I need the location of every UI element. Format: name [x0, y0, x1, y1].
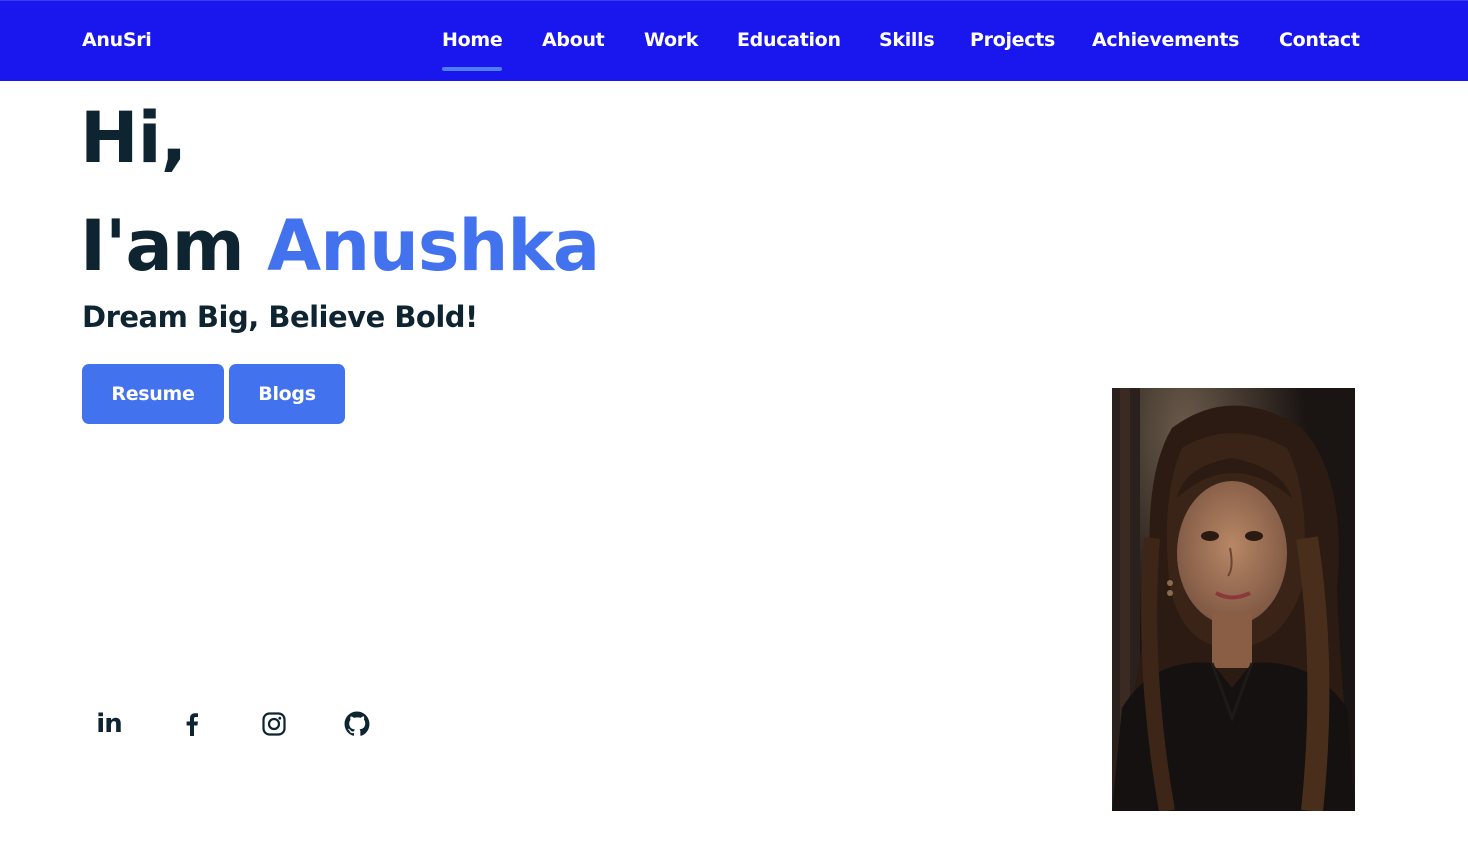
resume-button[interactable]: Resume [82, 364, 224, 424]
instagram-icon[interactable] [256, 706, 292, 742]
nav-skills[interactable]: Skills [879, 29, 935, 51]
github-icon[interactable] [339, 706, 375, 742]
brand-logo[interactable]: AnuSri [82, 29, 152, 51]
active-nav-indicator [442, 67, 502, 71]
nav-contact[interactable]: Contact [1279, 29, 1360, 51]
hero-name: Anushka [267, 205, 600, 287]
hero-intro: I'am Anushka [80, 204, 600, 288]
hero-tagline: Dream Big, Believe Bold! [82, 300, 478, 334]
linkedin-glyph: in [96, 709, 122, 739]
nav-work[interactable]: Work [644, 29, 698, 51]
linkedin-icon[interactable]: in [91, 706, 127, 742]
nav-education[interactable]: Education [737, 29, 841, 51]
facebook-icon[interactable] [174, 706, 210, 742]
profile-photo [1112, 388, 1355, 811]
hero-intro-prefix: I'am [80, 205, 245, 287]
navbar: AnuSri Home About Work Education Skills … [0, 0, 1468, 81]
nav-projects[interactable]: Projects [970, 29, 1055, 51]
nav-achievements[interactable]: Achievements [1092, 29, 1239, 51]
blogs-button[interactable]: Blogs [229, 364, 345, 424]
nav-home[interactable]: Home [442, 29, 503, 51]
nav-about[interactable]: About [542, 29, 605, 51]
hero-greeting: Hi, [80, 97, 187, 179]
